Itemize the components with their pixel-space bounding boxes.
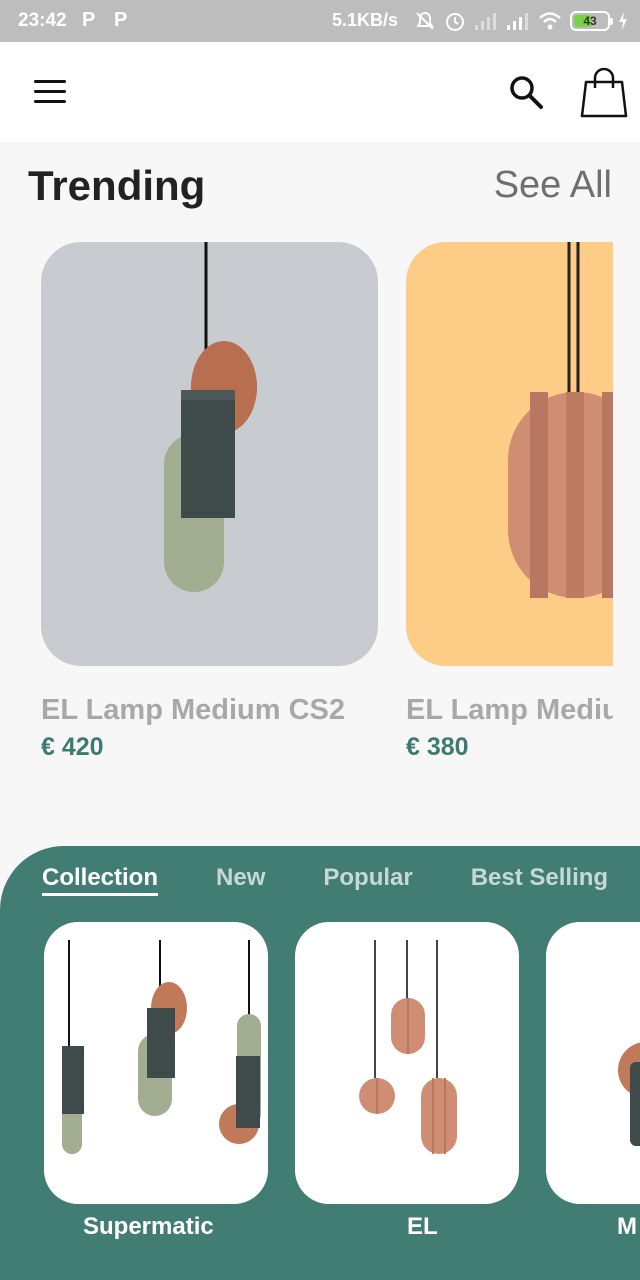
wifi-icon [539,12,561,30]
product-name: EL Lamp Medium CS2 [41,694,346,726]
product-image [406,242,613,666]
network-speed: 5.1KB/s [332,10,399,30]
collection-card[interactable] [44,922,268,1204]
status-time: 23:42 [18,10,67,31]
collection-label: M [617,1213,637,1240]
notification-p-icon: P [114,9,128,31]
collection-card[interactable] [295,922,519,1204]
tab-best-selling[interactable]: Best Selling [471,864,608,896]
charging-icon [619,12,627,30]
signal-icon [475,13,496,30]
collection-label: Supermatic [83,1213,214,1240]
trending-card[interactable]: EL Lamp Medium € 380 [406,242,613,762]
tab-popular[interactable]: Popular [323,864,412,896]
collection-label: EL [407,1213,438,1240]
signal-icon [507,13,528,30]
trending-card[interactable]: EL Lamp Medium CS2 € 420 [41,242,378,762]
product-image [41,242,378,666]
tab-new[interactable]: New [216,864,265,896]
battery-level: 43 [583,14,597,28]
battery-icon: 43 [570,11,613,31]
trending-title: Trending [28,162,206,209]
menu-icon[interactable] [34,80,66,104]
collection-panel: Collection New Popular Best Selling Supe… [0,846,640,1280]
mute-icon [416,11,434,30]
notification-p-icon: P [82,9,96,31]
see-all-link[interactable]: See All [494,164,612,207]
app-bar [0,42,640,142]
collection-card[interactable] [546,922,640,1204]
status-bar: 23:42 P P 5.1KB/s 43 [0,0,640,42]
trending-carousel[interactable]: EL Lamp Medium CS2 € 420 EL Lamp Medium … [0,242,613,772]
collection-tabs: Collection New Popular Best Selling [42,864,640,896]
tab-collection[interactable]: Collection [42,864,159,896]
search-icon[interactable] [508,74,544,110]
alarm-icon [446,13,464,31]
shopping-bag-icon[interactable] [580,66,628,118]
product-price: € 380 [406,733,469,761]
product-price: € 420 [41,733,104,761]
product-name: EL Lamp Medium [406,694,613,726]
